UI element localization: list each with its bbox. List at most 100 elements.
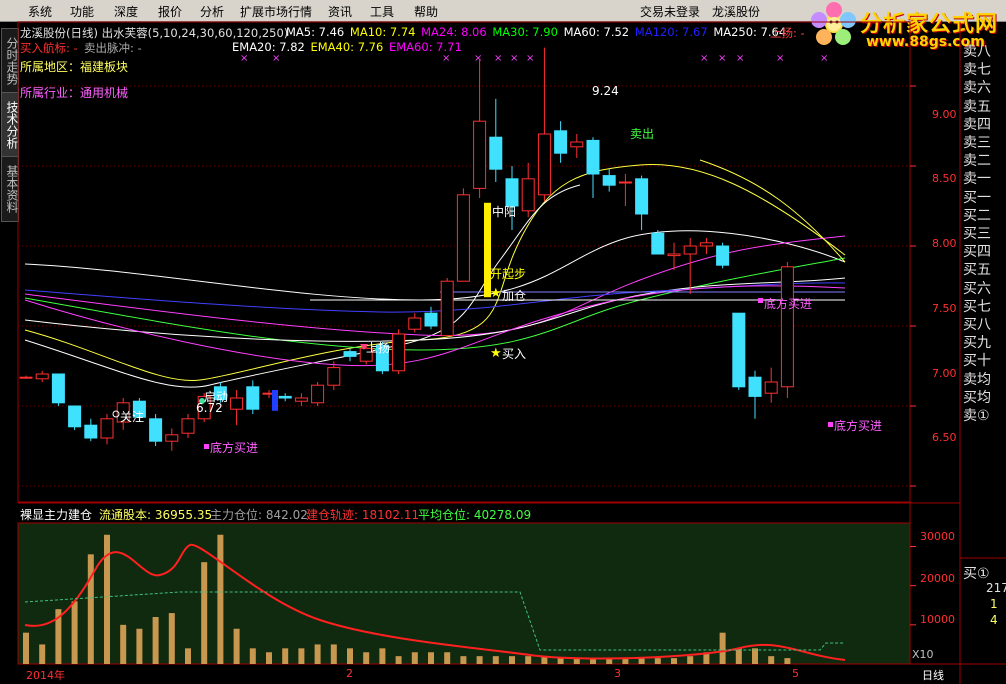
vol-bar-20 (347, 648, 353, 664)
bid-ask-17: 买十 (963, 353, 991, 370)
candle-body-42 (699, 242, 713, 247)
vol-bar-6 (120, 624, 127, 664)
sub-pingjun: 平均仓位: 40278.09 (418, 508, 532, 522)
vol-bar-33 (557, 658, 564, 664)
vol-bar-22 (379, 648, 386, 664)
top-dot-0: × (240, 53, 248, 64)
bid-ask-4: 卖四 (963, 116, 991, 133)
price-tick-3: 7.50 (932, 302, 957, 315)
vol-bar-17 (298, 648, 305, 664)
vol-bar-43 (719, 632, 726, 664)
vol-bar-25 (428, 652, 434, 664)
zhongyang-label: 中阳 (492, 205, 517, 219)
top-dot-8: × (718, 53, 726, 64)
vol-bar-7 (136, 628, 143, 664)
vol-bar-40 (671, 658, 677, 664)
vol-bar-44 (735, 648, 742, 664)
vol-bar-0 (23, 632, 29, 664)
vol-bar-4 (87, 554, 94, 664)
vol-bar-21 (363, 652, 370, 664)
difang-label-2: 底方买进 (764, 297, 813, 311)
price-tick-2: 8.00 (932, 237, 957, 250)
vol-bar-18 (314, 644, 321, 664)
candle-body-35 (586, 139, 600, 175)
xaxis-m3: 3 (614, 667, 621, 680)
vol-bar-10 (185, 648, 191, 664)
bid-ask-11: 买四 (963, 244, 991, 261)
bid-ask-3: 卖五 (963, 98, 991, 115)
vol-bar-29 (492, 656, 499, 664)
price-tick-0: 9.00 (932, 108, 957, 121)
bid-ask-7: 卖一 (963, 171, 991, 188)
candle-body-28 (473, 120, 487, 189)
right-v2: 1 (990, 597, 998, 611)
price-tick-1: 8.50 (932, 172, 957, 185)
sub-liutong: 流通股本: 36955.35 (99, 508, 213, 522)
vol-bar-39 (654, 658, 661, 664)
period-label[interactable]: 日线 (922, 667, 944, 683)
candle-body-34 (570, 141, 584, 148)
bid-ask-0: 卖八 (963, 44, 991, 60)
x10-label: X10 (912, 648, 934, 661)
bid-ask-10: 买三 (963, 226, 991, 242)
price-tick-4: 7.00 (932, 367, 957, 380)
xaxis-year: 2014年 (26, 669, 65, 682)
ma-line-1 (24, 163, 846, 381)
price-tick-5: 6.50 (932, 431, 957, 444)
vol-axis-30000: 30000 (920, 530, 955, 543)
candle-body-47 (780, 266, 794, 388)
candle-body-18 (311, 384, 325, 404)
vol-bar-27 (460, 656, 467, 664)
difang-icon-2 (758, 298, 763, 303)
bid-ask-18: 卖均 (963, 371, 991, 388)
candle-body-1 (35, 373, 49, 380)
candle-body-5 (100, 418, 114, 439)
vol-bar-46 (768, 656, 775, 664)
candle-body-20 (343, 351, 357, 357)
shangyang-label: 上扬 (366, 341, 391, 355)
candle-body-29 (489, 136, 503, 170)
jiacang-label: 加仓 (502, 289, 527, 303)
vol-bar-47 (784, 658, 791, 664)
candle-body-36 (602, 175, 616, 186)
candle-body-46 (764, 381, 778, 394)
candle-body-9 (165, 434, 179, 442)
candle-body-44 (732, 312, 746, 388)
vol-bar-24 (411, 652, 418, 664)
bid-ask-2: 卖六 (963, 80, 991, 97)
right-v3: 4 (990, 613, 998, 627)
bid-ask-19: 买均 (963, 389, 991, 406)
vol-bar-30 (509, 656, 515, 664)
top-dot-7: × (700, 53, 708, 64)
bid-ask-20: 卖① (963, 408, 990, 424)
candle-body-39 (651, 232, 665, 255)
vol-bar-14 (249, 648, 256, 664)
top-dot-1: × (272, 53, 280, 64)
candle-body-13 (230, 397, 244, 410)
star-icon-0: ★ (490, 286, 502, 301)
highlight-bar (484, 202, 491, 298)
candle-body-26 (440, 280, 454, 337)
bid-ask-15: 买八 (963, 317, 991, 333)
bid-ask-5: 卖三 (963, 135, 991, 151)
candle-body-27 (456, 194, 470, 282)
candle-body-2 (51, 373, 65, 404)
vol-bar-41 (687, 656, 694, 664)
top-dot-9: × (736, 53, 744, 64)
xaxis-m2: 2 (346, 667, 353, 680)
sub-title: 裸显主力建仓 (20, 508, 93, 522)
candle-body-24 (408, 317, 422, 330)
guanzhu-label: 关注 (120, 410, 145, 424)
top-dot-11: × (820, 53, 828, 64)
vol-axis-20000: 20000 (920, 572, 955, 585)
vol-bar-11 (201, 562, 208, 664)
candle-body-33 (554, 130, 568, 154)
candle-body-19 (327, 367, 341, 386)
buy-one-label: 买① (963, 566, 990, 582)
bid-ask-12: 买五 (963, 262, 991, 279)
candle-body-25 (424, 312, 438, 327)
difang-icon-3 (828, 422, 833, 427)
vol-bar-45 (752, 648, 758, 664)
candle-body-10 (181, 418, 195, 434)
kline-chart[interactable]: × × × × × × × × × × × × ★ ★ (0, 0, 1006, 684)
